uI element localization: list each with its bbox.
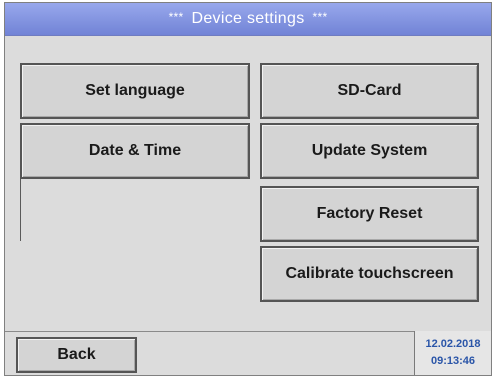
datetime-display: 12.02.2018 09:13:46 <box>414 331 491 375</box>
calibrate-touchscreen-button[interactable]: Calibrate touchscreen <box>260 246 479 302</box>
back-button[interactable]: Back <box>16 337 137 373</box>
date-text: 12.02.2018 <box>425 338 481 350</box>
title-bar: *** Device settings *** <box>5 3 491 36</box>
factory-reset-button[interactable]: Factory Reset <box>260 186 479 242</box>
time-text: 09:13:46 <box>430 355 476 367</box>
device-settings-screen: *** Device settings *** Set language SD-… <box>4 2 492 376</box>
update-system-button[interactable]: Update System <box>260 123 479 179</box>
set-language-button[interactable]: Set language <box>20 63 250 119</box>
date-time-button[interactable]: Date & Time <box>20 123 250 179</box>
sd-card-button[interactable]: SD-Card <box>260 63 479 119</box>
page-title: Device settings <box>191 10 305 27</box>
empty-button-slot <box>20 179 249 241</box>
title-stars-right: *** <box>312 10 328 24</box>
title-stars-left: *** <box>168 10 184 24</box>
